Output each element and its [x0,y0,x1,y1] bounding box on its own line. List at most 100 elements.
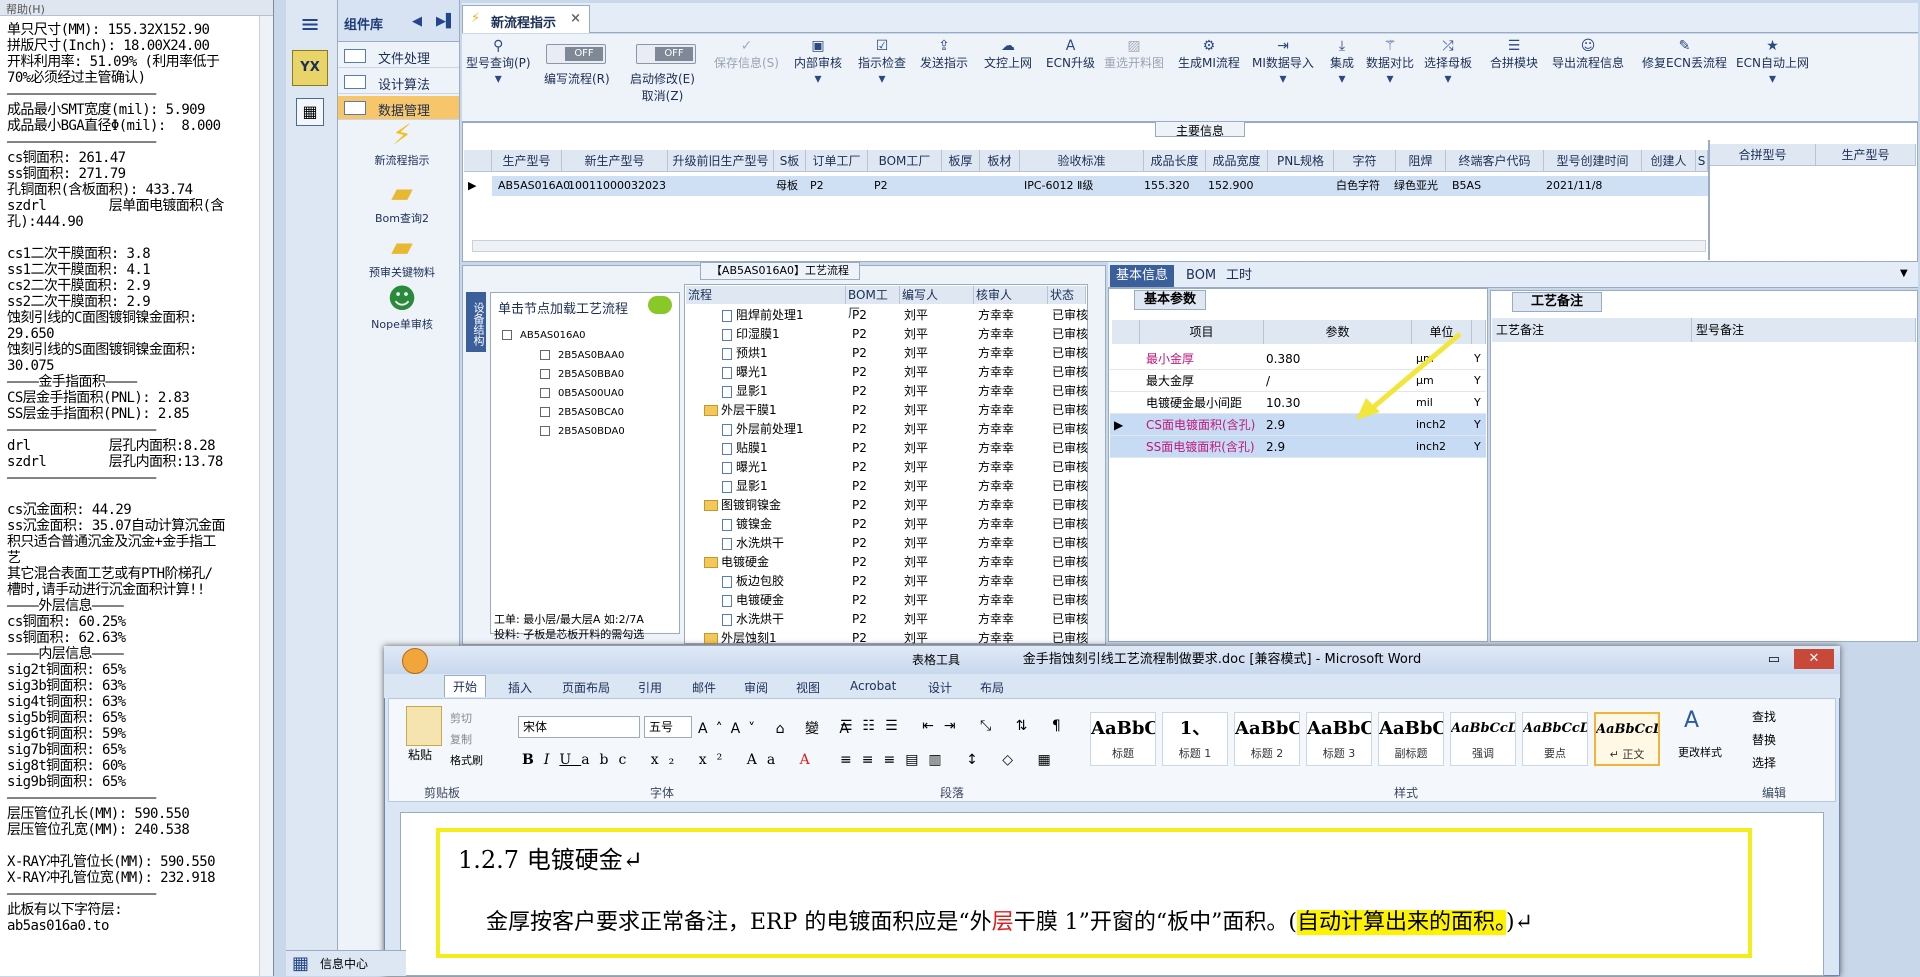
tab-new-flow[interactable]: ⚡ 新流程指示 × [462,5,590,33]
table-cell[interactable]: 152.900 [1208,176,1254,196]
font-size-field[interactable]: 五号 [644,716,692,738]
select-button[interactable]: 选择 [1752,754,1776,771]
paste-button[interactable]: 粘贴 [408,746,432,763]
ecn-upgrade-button[interactable]: A ECN升级 [1046,38,1095,71]
side-tab[interactable]: 设备结构 [466,292,486,352]
col-header[interactable]: 流程 [686,286,846,304]
data-compare-button[interactable]: ⚚ 数据对比 ▾ [1366,38,1414,87]
col-header[interactable]: 项目 [1140,320,1264,344]
tree-node[interactable]: 2B5AS0BBA0 [540,369,624,380]
col-header[interactable]: 成品长度 [1144,150,1206,172]
hamburger-icon[interactable]: ≡ [290,10,330,38]
table-row[interactable]: 显影1 P2 刘平 方幸幸 已审核 [686,382,1088,401]
change-style-button[interactable]: 更改样式 [1678,744,1722,760]
table-cell[interactable]: P2 [874,176,888,196]
table-cell[interactable]: B5AS [1452,176,1481,196]
param-value[interactable]: 2.9 [1266,414,1285,436]
tab-insert[interactable]: 插入 [508,679,532,696]
tree-node[interactable]: 2B5AS0BCA0 [540,407,624,418]
list-tools[interactable]: ☰☷☰ ⇤⇥ ⤡ ⇅ ¶ [840,718,1071,734]
style-item[interactable]: AaBbCcD 强调 [1450,712,1516,766]
table-cell[interactable]: P2 [810,176,824,196]
checkbox[interactable] [540,369,550,379]
col-header[interactable]: 验收标准 [1020,150,1144,172]
table-cell[interactable]: 绿色亚光 [1394,176,1438,196]
write-flow-toggle[interactable]: OFF [546,44,606,64]
col-header[interactable]: 订单工厂 [806,150,868,172]
table-row[interactable]: 镀镍金 P2 刘平 方幸幸 已审核 [686,515,1088,534]
generate-mi-button[interactable]: ⚙ 生成MI流程 [1178,38,1240,71]
category-data[interactable]: 数据管理 [338,96,459,120]
tab-review[interactable]: 审阅 [744,679,768,696]
write-flow-button[interactable]: 编写流程(R) [544,70,610,87]
tree-node[interactable]: 2B5AS0BAA0 [540,350,624,361]
col-header[interactable]: S [1696,150,1708,172]
integrate-button[interactable]: ⤓ 集成 ▾ [1330,38,1354,87]
font-name-field[interactable]: 宋体 [518,716,640,738]
col-header[interactable]: PNL规格 [1268,150,1334,172]
tree-node[interactable]: 2B5AS0BDA0 [540,426,625,437]
align-tools[interactable]: ≡≡≡▤▥ ↕ ◇ ▦ [840,752,1061,768]
internal-review-button[interactable]: ▣ 内部审核 ▾ [794,38,842,87]
cut-button[interactable]: 剪切 [450,710,472,726]
start-edit-toggle[interactable]: OFF [636,44,696,64]
minimize-icon[interactable]: ▭ [1768,646,1780,674]
ecn-auto-upload-button[interactable]: ★ ECN自动上网 ▾ [1736,38,1809,87]
tool-bom-query[interactable]: ▰ Bom查询2 [352,176,452,226]
table-row[interactable]: 显影1 P2 刘平 方幸幸 已审核 [686,477,1088,496]
col-header[interactable]: 生产型号 [492,150,562,172]
calculator-icon[interactable]: ▦ [296,98,324,126]
pin-icon[interactable]: ▶▌ [436,14,456,29]
office-button[interactable] [402,648,428,674]
col-header[interactable]: 成品宽度 [1206,150,1268,172]
col-header[interactable]: 创建人 [1642,150,1696,172]
col-header[interactable]: 型号创建时间 [1544,150,1642,172]
col-header[interactable]: 核审人 [974,286,1048,304]
prev-arrow-icon[interactable]: ◀ [412,14,422,29]
table-row[interactable]: 贴膜1 P2 刘平 方幸幸 已审核 [686,439,1088,458]
table-row[interactable]: 曝光1 P2 刘平 方幸幸 已审核 [686,363,1088,382]
table-cell[interactable]: 白色字符 [1336,176,1380,196]
notepad-menu-help[interactable]: 帮助(H) [0,0,273,16]
table-row[interactable]: 电镀硬金 P2 刘平 方幸幸 已审核 [686,553,1088,572]
tab-work-hours[interactable]: 工时 [1220,265,1258,287]
col-header[interactable]: 升级前旧生产型号 [668,150,774,172]
format-painter-button[interactable]: 格式刷 [450,752,483,768]
font-tools[interactable]: A˄A˅ ⌂ 變 A [698,718,857,738]
table-row[interactable]: 板边包胶 P2 刘平 方幸幸 已审核 [686,572,1088,591]
col-header[interactable]: 字符 [1334,150,1396,172]
doc-heading[interactable]: 1.2.7 电镀硬金↵ [458,840,643,875]
start-edit-button[interactable]: 启动修改(E) 取消(Z) [630,70,695,104]
param-value[interactable]: 2.9 [1266,436,1285,458]
tab-acrobat[interactable]: Acrobat [850,679,896,693]
table-row[interactable]: 印湿膜1 P2 刘平 方幸幸 已审核 [686,325,1088,344]
col-header[interactable]: 状态 [1048,286,1086,304]
col-header[interactable]: S板 [774,150,806,172]
col-header[interactable]: BOM工厂 [846,286,900,320]
check-instruction-button[interactable]: ☑ 指示检查 ▾ [858,38,906,87]
checkbox[interactable] [540,426,550,436]
tab-layout[interactable]: 布局 [980,679,1004,696]
table-row[interactable]: 外层干膜1 P2 刘平 方幸幸 已审核 [686,401,1088,420]
checkbox[interactable] [540,350,550,360]
doc-upload-button[interactable]: ☁ 文控上网 [984,38,1032,71]
doc-paragraph[interactable]: 金厚按客户要求正常备注，ERP 的电镀面积应是“外层干膜 1”开窗的“板中”面积… [486,904,1533,936]
table-row[interactable]: 外层前处理1 P2 刘平 方幸幸 已审核 [686,420,1088,439]
tree-node[interactable]: 0B5AS00UA0 [540,388,624,399]
table-cell[interactable]: 10011000032023 [568,176,666,196]
tab-references[interactable]: 引用 [638,679,662,696]
style-item[interactable]: AaBbCcD 要点 [1522,712,1588,766]
close-icon[interactable]: ✕ [1794,649,1834,669]
style-item[interactable]: AaBbC 标题 3 [1306,712,1372,766]
table-row[interactable]: 水洗烘干 P2 刘平 方幸幸 已审核 [686,610,1088,629]
save-info-button[interactable]: ✓ 保存信息(S) [714,38,779,71]
table-cell[interactable]: AB5AS016A0 [498,176,570,196]
close-icon[interactable]: × [570,11,581,26]
tab-basic-info[interactable]: 基本信息 [1110,265,1175,287]
col-header[interactable]: 型号备注 [1692,318,1916,342]
param-row[interactable]: SS面电镀面积(含孔) 2.9 inch2 Y [1110,436,1486,458]
style-item[interactable]: AaBbC 副标题 [1378,712,1444,766]
tab-bom[interactable]: BOM [1180,265,1222,287]
splitter[interactable] [1708,140,1710,260]
checkbox[interactable] [502,330,512,340]
